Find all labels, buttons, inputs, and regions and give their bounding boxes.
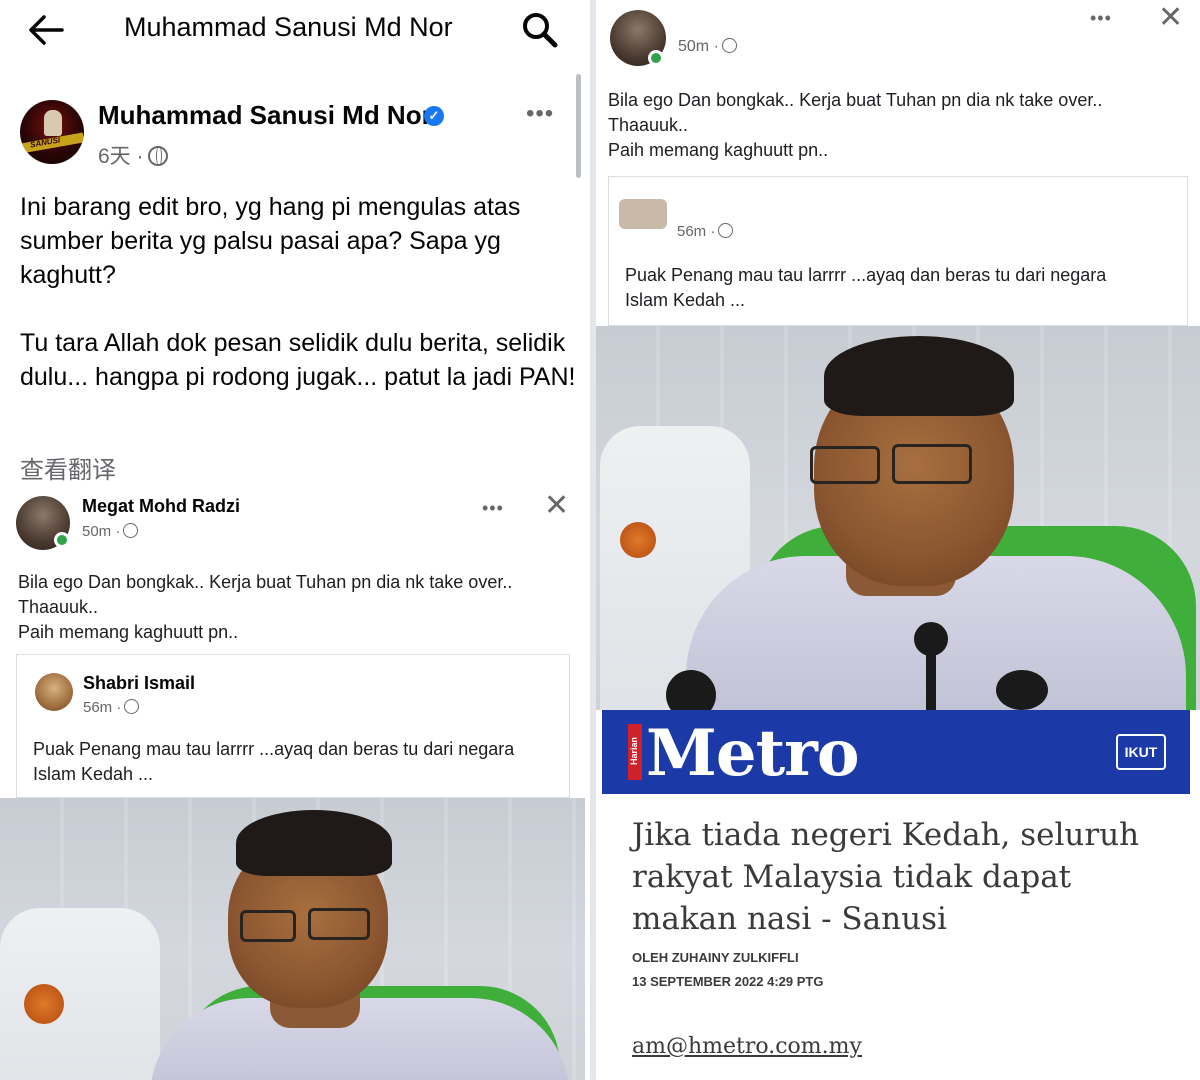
- time-text: 50m ·: [82, 523, 121, 540]
- photo-badge: [24, 984, 64, 1024]
- photo-hair: [824, 336, 1014, 416]
- commenter-time: 50m ·: [82, 523, 139, 540]
- online-indicator: [648, 50, 664, 66]
- photo-glasses-left: [810, 446, 880, 484]
- article-headline: Jika tiada negeri Kedah, seluruh rakyat …: [632, 817, 1140, 937]
- shared-author-avatar: [35, 673, 73, 711]
- app-bar: Muhammad Sanusi Md Nor: [0, 0, 590, 62]
- globe-icon: [147, 146, 168, 166]
- shared-post-card: Shabri Ismail 56m · Puak Penang mau tau …: [16, 654, 570, 798]
- scrollbar[interactable]: [576, 74, 581, 178]
- author-name[interactable]: Muhammad Sanusi Md Nor: [98, 100, 432, 131]
- photo-glasses-left: [240, 910, 296, 942]
- embedded-screenshot: Megat Mohd Radzi 50m · ••• ✕ Bila ego Da…: [0, 486, 590, 1080]
- photo-glasses-right: [308, 908, 370, 940]
- metro-logo: Metro: [646, 716, 860, 791]
- post-text: Ini barang edit bro, yg hang pi mengulas…: [20, 193, 576, 391]
- article-byline: OLEH ZUHAINY ZULKIFFLI: [632, 950, 799, 965]
- shared-time: 56m ·: [677, 223, 734, 240]
- globe-icon: [721, 38, 737, 53]
- news-photo: [596, 326, 1200, 710]
- post-time[interactable]: 6天 ·: [98, 145, 144, 168]
- photo-microphone: [996, 670, 1048, 710]
- close-icon: ✕: [1158, 1, 1184, 34]
- right-screenshot: 50m · ••• ✕ Bila ego Dan bongkak.. Kerja…: [596, 0, 1200, 1080]
- shared-author-name: Shabri Ismail: [83, 673, 196, 693]
- online-indicator: [54, 532, 70, 548]
- article-email: am@hmetro.com.my: [632, 1034, 862, 1059]
- avatar-figure: [44, 110, 62, 136]
- comment-text: Bila ego Dan bongkak.. Kerja buat Tuhan …: [18, 572, 513, 642]
- news-photo: [0, 798, 585, 1080]
- back-arrow-icon[interactable]: [26, 10, 66, 50]
- more-options-icon: •••: [482, 498, 504, 518]
- left-screenshot: Muhammad Sanusi Md Nor SANUSI Muhammad S…: [0, 0, 590, 1080]
- follow-button: IKUT: [1116, 734, 1166, 770]
- shared-text: Puak Penang mau tau larrrr ...ayaq dan b…: [625, 265, 1107, 310]
- author-avatar[interactable]: SANUSI: [20, 100, 84, 164]
- see-translation-link[interactable]: 查看翻译: [20, 450, 116, 485]
- harian-label: Harian: [629, 736, 640, 766]
- article-date: 13 SEPTEMBER 2022 4:29 PTG: [632, 974, 824, 989]
- globe-icon: [718, 223, 734, 238]
- post-meta: 6天 ·: [98, 140, 168, 170]
- news-brand-bar: Harian Metro IKUT: [602, 710, 1190, 794]
- more-options-icon: •••: [1090, 8, 1112, 28]
- photo-background-person: [0, 908, 160, 1080]
- more-options-icon[interactable]: •••: [526, 100, 554, 128]
- time-text: 56m ·: [677, 223, 716, 240]
- photo-microphone: [914, 622, 948, 656]
- shared-author-avatar: [619, 199, 667, 229]
- page-title: Muhammad Sanusi Md Nor: [124, 12, 453, 42]
- commenter-time: 50m ·: [678, 38, 737, 56]
- comment-text: Bila ego Dan bongkak.. Kerja buat Tuhan …: [608, 90, 1103, 160]
- commenter-name: Megat Mohd Radzi: [82, 496, 240, 516]
- news-article-card: Jika tiada negeri Kedah, seluruh rakyat …: [602, 794, 1190, 1080]
- shared-time: 56m ·: [83, 699, 140, 716]
- time-text: 50m ·: [678, 38, 719, 55]
- photo-hair: [236, 810, 392, 876]
- photo-badge: [620, 522, 656, 558]
- globe-icon: [123, 523, 139, 538]
- shared-text: Puak Penang mau tau larrrr ...ayaq dan b…: [33, 739, 515, 784]
- close-icon: ✕: [544, 489, 570, 522]
- photo-shirt: [150, 998, 570, 1080]
- verified-badge-icon: ✓: [424, 106, 444, 126]
- search-icon[interactable]: [520, 10, 560, 50]
- globe-icon: [124, 699, 140, 714]
- time-text: 56m ·: [83, 699, 122, 716]
- photo-glasses-right: [892, 444, 972, 484]
- shared-post-card: 56m · Puak Penang mau tau larrrr ...ayaq…: [608, 176, 1188, 326]
